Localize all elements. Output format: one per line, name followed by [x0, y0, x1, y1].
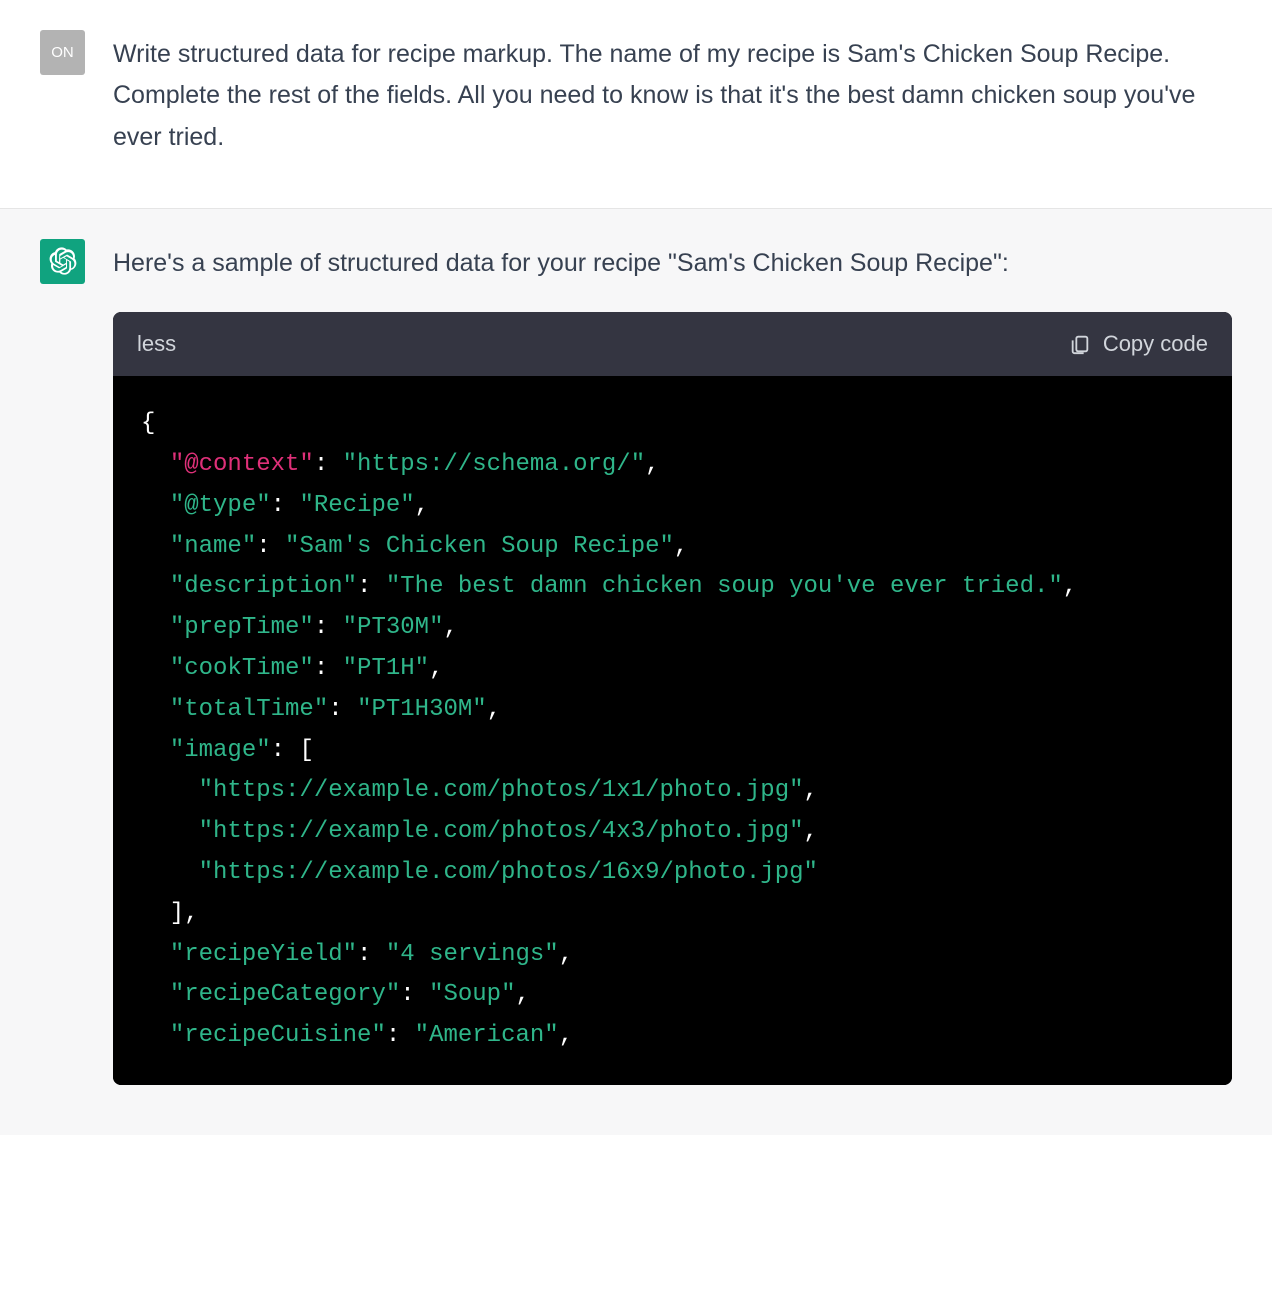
assistant-message-row: Here's a sample of structured data for y… [0, 209, 1272, 1135]
user-avatar: ON [40, 30, 85, 75]
assistant-message-content: Here's a sample of structured data for y… [113, 239, 1232, 1085]
user-avatar-label: ON [51, 44, 74, 61]
code-block: less Copy code { "@context": "https://sc… [113, 312, 1232, 1085]
assistant-avatar [40, 239, 85, 284]
clipboard-icon [1069, 333, 1091, 355]
openai-logo-icon [49, 247, 77, 275]
user-message-row: ON Write structured data for recipe mark… [0, 0, 1272, 209]
copy-code-button[interactable]: Copy code [1069, 326, 1208, 362]
code-body[interactable]: { "@context": "https://schema.org/", "@t… [113, 376, 1232, 1085]
assistant-intro-text: Here's a sample of structured data for y… [113, 243, 1232, 284]
user-message-text: Write structured data for recipe markup.… [113, 30, 1232, 158]
code-language-label: less [137, 326, 176, 362]
copy-code-label: Copy code [1103, 326, 1208, 362]
code-header: less Copy code [113, 312, 1232, 376]
